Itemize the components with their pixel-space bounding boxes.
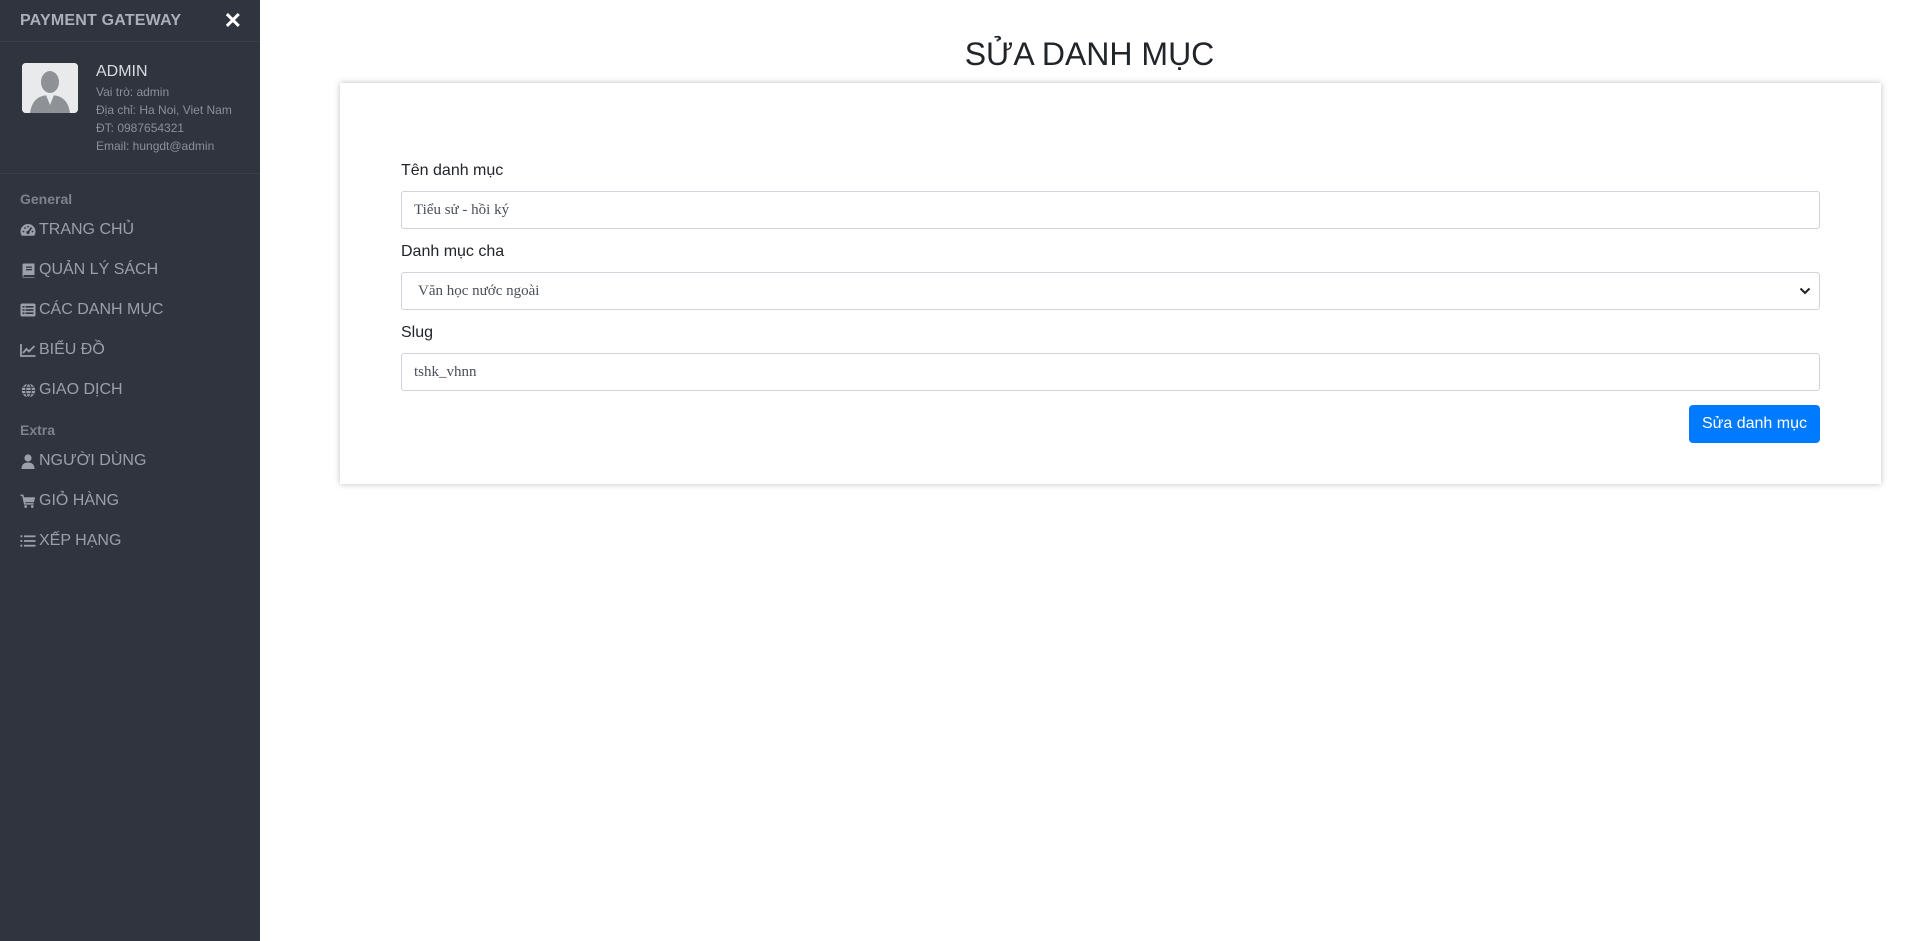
list-alt-icon [20, 302, 36, 318]
sidebar-item-label: QUẢN LÝ SÁCH [39, 261, 159, 278]
user-profile: ADMIN Vai trò: admin Địa chỉ: Ha Noi, Vi… [0, 42, 260, 174]
main-content: SỬA DANH MỤC Tên danh mục Tiểu sử - hồi … [260, 0, 1919, 941]
profile-email: Email: hungdt@admin [96, 139, 215, 153]
sidebar-item-label: BIỂU ĐỒ [39, 341, 105, 358]
sidebar-item-quan-ly-sach[interactable]: QUẢN LÝ SÁCH [0, 250, 260, 290]
sidebar: PAYMENT GATEWAY ✕ ADMIN Vai trò: admin Đ… [0, 0, 260, 941]
sidebar-item-bieu-do[interactable]: BIỂU ĐỒ [0, 330, 260, 370]
avatar [22, 63, 78, 113]
close-icon[interactable]: ✕ [224, 9, 242, 32]
profile-role: Vai trò: admin [96, 85, 170, 99]
book-icon [20, 262, 36, 278]
category-name-input[interactable]: Tiểu sử - hồi ký [401, 191, 1820, 229]
sidebar-item-label: GIỎ HÀNG [39, 492, 120, 509]
sidebar-item-label: CÁC DANH MỤC [39, 301, 164, 318]
profile-phone: ĐT: 0987654321 [96, 121, 185, 135]
submit-edit-category-button[interactable]: Sửa danh mục [1689, 405, 1820, 443]
user-icon [20, 453, 36, 469]
section-label-general: General [20, 191, 73, 207]
chevron-down-icon [1799, 283, 1811, 300]
category-name-label: Tên danh mục [401, 162, 504, 179]
globe-icon [20, 382, 36, 398]
general-nav: TRANG CHỦ QUẢN LÝ SÁCH CÁC DANH MỤC BIỂU… [0, 210, 260, 410]
brand-title: PAYMENT GATEWAY [20, 11, 182, 29]
edit-category-form: Tên danh mục Tiểu sử - hồi ký Danh mục c… [401, 162, 1820, 443]
sidebar-item-nguoi-dung[interactable]: NGƯỜI DÙNG [0, 441, 260, 481]
parent-category-label: Danh mục cha [401, 243, 505, 260]
sidebar-item-gio-hang[interactable]: GIỎ HÀNG [0, 481, 260, 521]
sidebar-header: PAYMENT GATEWAY ✕ [0, 0, 260, 42]
sidebar-item-label: GIAO DỊCH [39, 381, 123, 398]
sidebar-item-trang-chu[interactable]: TRANG CHỦ [0, 210, 260, 250]
ordered-list-icon [20, 533, 36, 549]
sidebar-item-giao-dich[interactable]: GIAO DỊCH [0, 370, 260, 410]
sidebar-item-label: XẾP HẠNG [39, 532, 122, 549]
edit-category-card: Tên danh mục Tiểu sử - hồi ký Danh mục c… [340, 83, 1881, 484]
profile-name: ADMIN [96, 63, 148, 80]
parent-category-select[interactable]: Văn học nước ngoài [401, 272, 1820, 310]
slug-label: Slug [401, 324, 434, 341]
line-chart-icon [20, 342, 36, 358]
parent-category-selected: Văn học nước ngoài [418, 282, 540, 299]
dashboard-icon [20, 222, 36, 238]
profile-address: Địa chỉ: Ha Noi, Viet Nam [96, 103, 232, 117]
sidebar-item-label: NGƯỜI DÙNG [39, 452, 147, 469]
sidebar-item-label: TRANG CHỦ [39, 221, 135, 238]
cart-icon [20, 493, 36, 509]
page-title: SỬA DANH MỤC [964, 36, 1215, 72]
section-label-extra: Extra [20, 422, 56, 438]
extra-nav: NGƯỜI DÙNG GIỎ HÀNG XẾP HẠNG [0, 441, 260, 561]
slug-input[interactable]: tshk_vhnn [401, 353, 1820, 391]
sidebar-item-cac-danh-muc[interactable]: CÁC DANH MỤC [0, 290, 260, 330]
sidebar-item-xep-hang[interactable]: XẾP HẠNG [0, 521, 260, 561]
